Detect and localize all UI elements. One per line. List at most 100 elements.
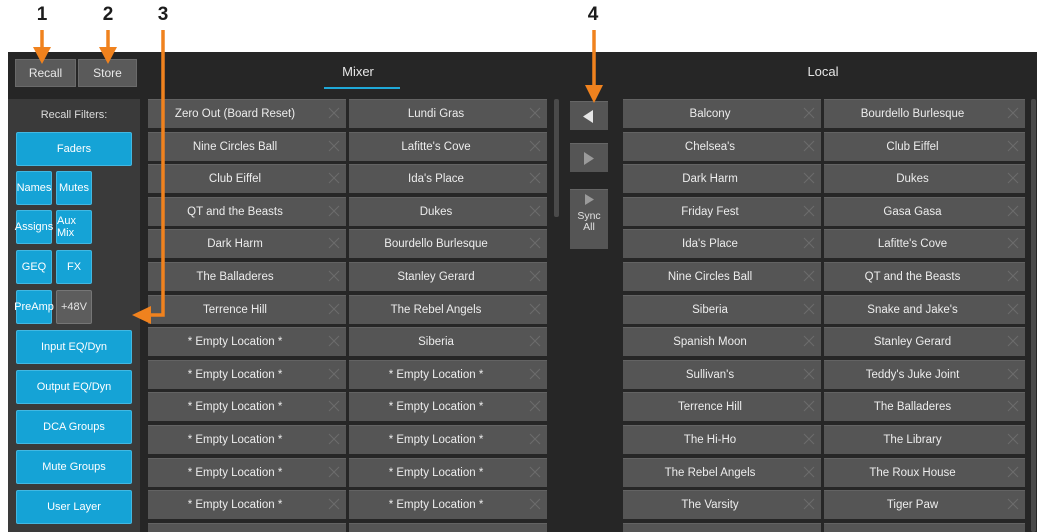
clear-preset-icon[interactable]: [1007, 466, 1019, 478]
store-button[interactable]: Store: [78, 59, 137, 87]
clear-preset-icon[interactable]: [803, 303, 815, 315]
clear-preset-icon[interactable]: [803, 172, 815, 184]
local-list-item[interactable]: Snake and Jake's: [824, 295, 1025, 324]
filter-aux-mix[interactable]: Aux Mix: [56, 210, 92, 244]
clear-preset-icon[interactable]: [1007, 172, 1019, 184]
clear-preset-icon[interactable]: [529, 303, 541, 315]
mixer-list-item[interactable]: * Empty Location *: [349, 360, 547, 389]
mixer-list-item[interactable]: * Empty Location *: [349, 425, 547, 454]
clear-preset-icon[interactable]: [328, 237, 340, 249]
clear-preset-icon[interactable]: [328, 172, 340, 184]
clear-preset-icon[interactable]: [1007, 368, 1019, 380]
clear-preset-icon[interactable]: [803, 498, 815, 510]
clear-preset-icon[interactable]: [1007, 433, 1019, 445]
mixer-list-item[interactable]: * Empty Location *: [148, 425, 346, 454]
local-list-item[interactable]: Dark Harm: [623, 164, 821, 193]
tab-local[interactable]: Local: [788, 64, 858, 79]
local-list-item[interactable]: The Rebel Angels: [623, 458, 821, 487]
clear-preset-icon[interactable]: [1007, 335, 1019, 347]
clear-preset-icon[interactable]: [328, 400, 340, 412]
local-list-item[interactable]: Bourdello Burlesque: [824, 99, 1025, 128]
clear-preset-icon[interactable]: [803, 140, 815, 152]
local-list-item[interactable]: Teddy's Juke Joint: [824, 360, 1025, 389]
sync-all-button[interactable]: Sync All: [570, 189, 608, 249]
filter-dca-groups[interactable]: DCA Groups: [16, 410, 132, 444]
mixer-list-item[interactable]: * Empty Location *: [148, 392, 346, 421]
local-list-item[interactable]: Terrence Hill: [623, 392, 821, 421]
local-list-item[interactable]: Nine Circles Ball: [623, 262, 821, 291]
mixer-list-item[interactable]: Lafitte's Cove: [349, 132, 547, 161]
mixer-list-item[interactable]: Club Eiffel: [148, 164, 346, 193]
clear-preset-icon[interactable]: [529, 140, 541, 152]
clear-preset-icon[interactable]: [529, 172, 541, 184]
filter-faders[interactable]: Faders: [16, 132, 132, 166]
mixer-list-item[interactable]: Lundi Gras: [349, 99, 547, 128]
clear-preset-icon[interactable]: [529, 498, 541, 510]
filter-input-eq-dyn[interactable]: Input EQ/Dyn: [16, 330, 132, 364]
local-list-item[interactable]: Dukes: [824, 164, 1025, 193]
clear-preset-icon[interactable]: [529, 368, 541, 380]
mixer-list-item[interactable]: Dukes: [349, 197, 547, 226]
mixer-list-item[interactable]: QT and the Beasts: [148, 197, 346, 226]
clear-preset-icon[interactable]: [328, 140, 340, 152]
mixer-list-item[interactable]: Stanley Gerard: [349, 262, 547, 291]
local-list-item[interactable]: The Hi-Ho: [623, 425, 821, 454]
local-list-item[interactable]: [824, 523, 1025, 532]
mixer-list-item[interactable]: * Empty Location *: [148, 490, 346, 519]
mixer-list-item[interactable]: Nine Circles Ball: [148, 132, 346, 161]
mixer-list-item[interactable]: Siberia: [349, 327, 547, 356]
clear-preset-icon[interactable]: [328, 205, 340, 217]
local-list-item[interactable]: Balcony: [623, 99, 821, 128]
clear-preset-icon[interactable]: [803, 466, 815, 478]
clear-preset-icon[interactable]: [529, 107, 541, 119]
mixer-list-item[interactable]: * Empty Location *: [148, 458, 346, 487]
clear-preset-icon[interactable]: [803, 107, 815, 119]
mixer-list-item[interactable]: [349, 523, 547, 532]
clear-preset-icon[interactable]: [328, 107, 340, 119]
clear-preset-icon[interactable]: [529, 466, 541, 478]
clear-preset-icon[interactable]: [529, 433, 541, 445]
local-list-item[interactable]: Sullivan's: [623, 360, 821, 389]
mixer-list-item[interactable]: * Empty Location *: [349, 392, 547, 421]
local-list-item[interactable]: Siberia: [623, 295, 821, 324]
local-list-item[interactable]: [623, 523, 821, 532]
local-list-item[interactable]: Ida's Place: [623, 229, 821, 258]
local-list-item[interactable]: Chelsea's: [623, 132, 821, 161]
clear-preset-icon[interactable]: [328, 368, 340, 380]
filter-phantom-48v[interactable]: +48V: [56, 290, 92, 324]
clear-preset-icon[interactable]: [529, 270, 541, 282]
clear-preset-icon[interactable]: [803, 368, 815, 380]
local-list-item[interactable]: Friday Fest: [623, 197, 821, 226]
clear-preset-icon[interactable]: [803, 270, 815, 282]
filter-names[interactable]: Names: [16, 171, 52, 205]
local-list-item[interactable]: The Roux House: [824, 458, 1025, 487]
local-list-item[interactable]: The Balladeres: [824, 392, 1025, 421]
clear-preset-icon[interactable]: [328, 303, 340, 315]
copy-to-mixer-button[interactable]: [570, 101, 608, 130]
local-scrollbar[interactable]: [1031, 99, 1036, 532]
local-list-item[interactable]: The Varsity: [623, 490, 821, 519]
mixer-list-item[interactable]: * Empty Location *: [148, 327, 346, 356]
clear-preset-icon[interactable]: [1007, 400, 1019, 412]
clear-preset-icon[interactable]: [529, 237, 541, 249]
mixer-list-item[interactable]: Dark Harm: [148, 229, 346, 258]
clear-preset-icon[interactable]: [803, 433, 815, 445]
mixer-list-item[interactable]: The Rebel Angels: [349, 295, 547, 324]
copy-to-local-button[interactable]: [570, 143, 608, 172]
filter-fx[interactable]: FX: [56, 250, 92, 284]
filter-geq[interactable]: GEQ: [16, 250, 52, 284]
mixer-list-item[interactable]: [148, 523, 346, 532]
clear-preset-icon[interactable]: [529, 205, 541, 217]
filter-preamp[interactable]: PreAmp: [14, 290, 54, 324]
mixer-scrollbar[interactable]: [554, 99, 559, 217]
local-list-item[interactable]: Gasa Gasa: [824, 197, 1025, 226]
local-list-item[interactable]: Tiger Paw: [824, 490, 1025, 519]
clear-preset-icon[interactable]: [1007, 237, 1019, 249]
local-list-item[interactable]: Lafitte's Cove: [824, 229, 1025, 258]
clear-preset-icon[interactable]: [1007, 498, 1019, 510]
clear-preset-icon[interactable]: [1007, 270, 1019, 282]
mixer-list-item[interactable]: * Empty Location *: [148, 360, 346, 389]
filter-assigns[interactable]: Assigns: [15, 210, 53, 244]
local-list-item[interactable]: Spanish Moon: [623, 327, 821, 356]
clear-preset-icon[interactable]: [1007, 107, 1019, 119]
